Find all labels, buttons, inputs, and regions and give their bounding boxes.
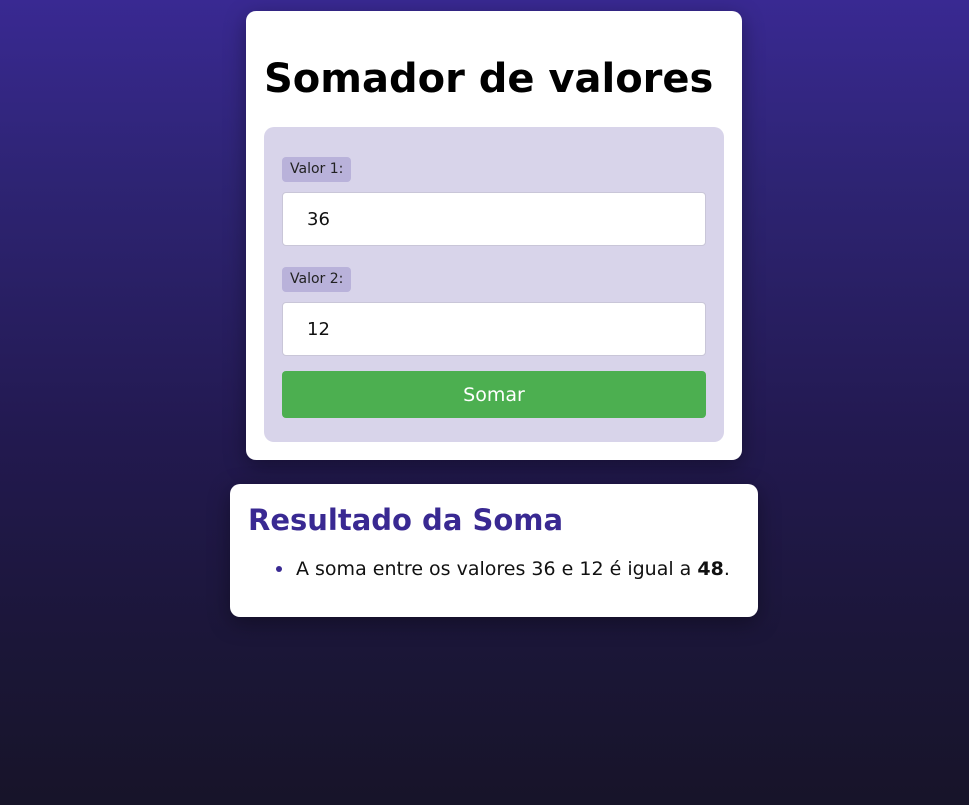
value2-label: Valor 2: — [282, 267, 352, 292]
result-item: A soma entre os valores 36 e 12 é igual … — [276, 556, 730, 582]
value1-label: Valor 1: — [282, 157, 352, 182]
page-title: Somador de valores — [264, 56, 714, 102]
sum-form: Valor 1: Valor 2: Somar — [264, 127, 724, 442]
value1-input[interactable] — [282, 192, 706, 246]
value2-input[interactable] — [282, 302, 706, 356]
result-sum: 48 — [697, 558, 724, 580]
bullet-icon — [276, 566, 282, 572]
result-card: Resultado da Soma A soma entre os valore… — [230, 484, 758, 617]
sum-button[interactable]: Somar — [282, 371, 706, 418]
result-title: Resultado da Soma — [248, 503, 564, 537]
calculator-card: Somador de valores Valor 1: Valor 2: Som… — [246, 11, 742, 460]
result-text-end: . — [723, 558, 730, 580]
result-list: A soma entre os valores 36 e 12 é igual … — [276, 556, 730, 582]
result-text: A soma entre os valores 36 e 12 é igual … — [296, 558, 698, 580]
